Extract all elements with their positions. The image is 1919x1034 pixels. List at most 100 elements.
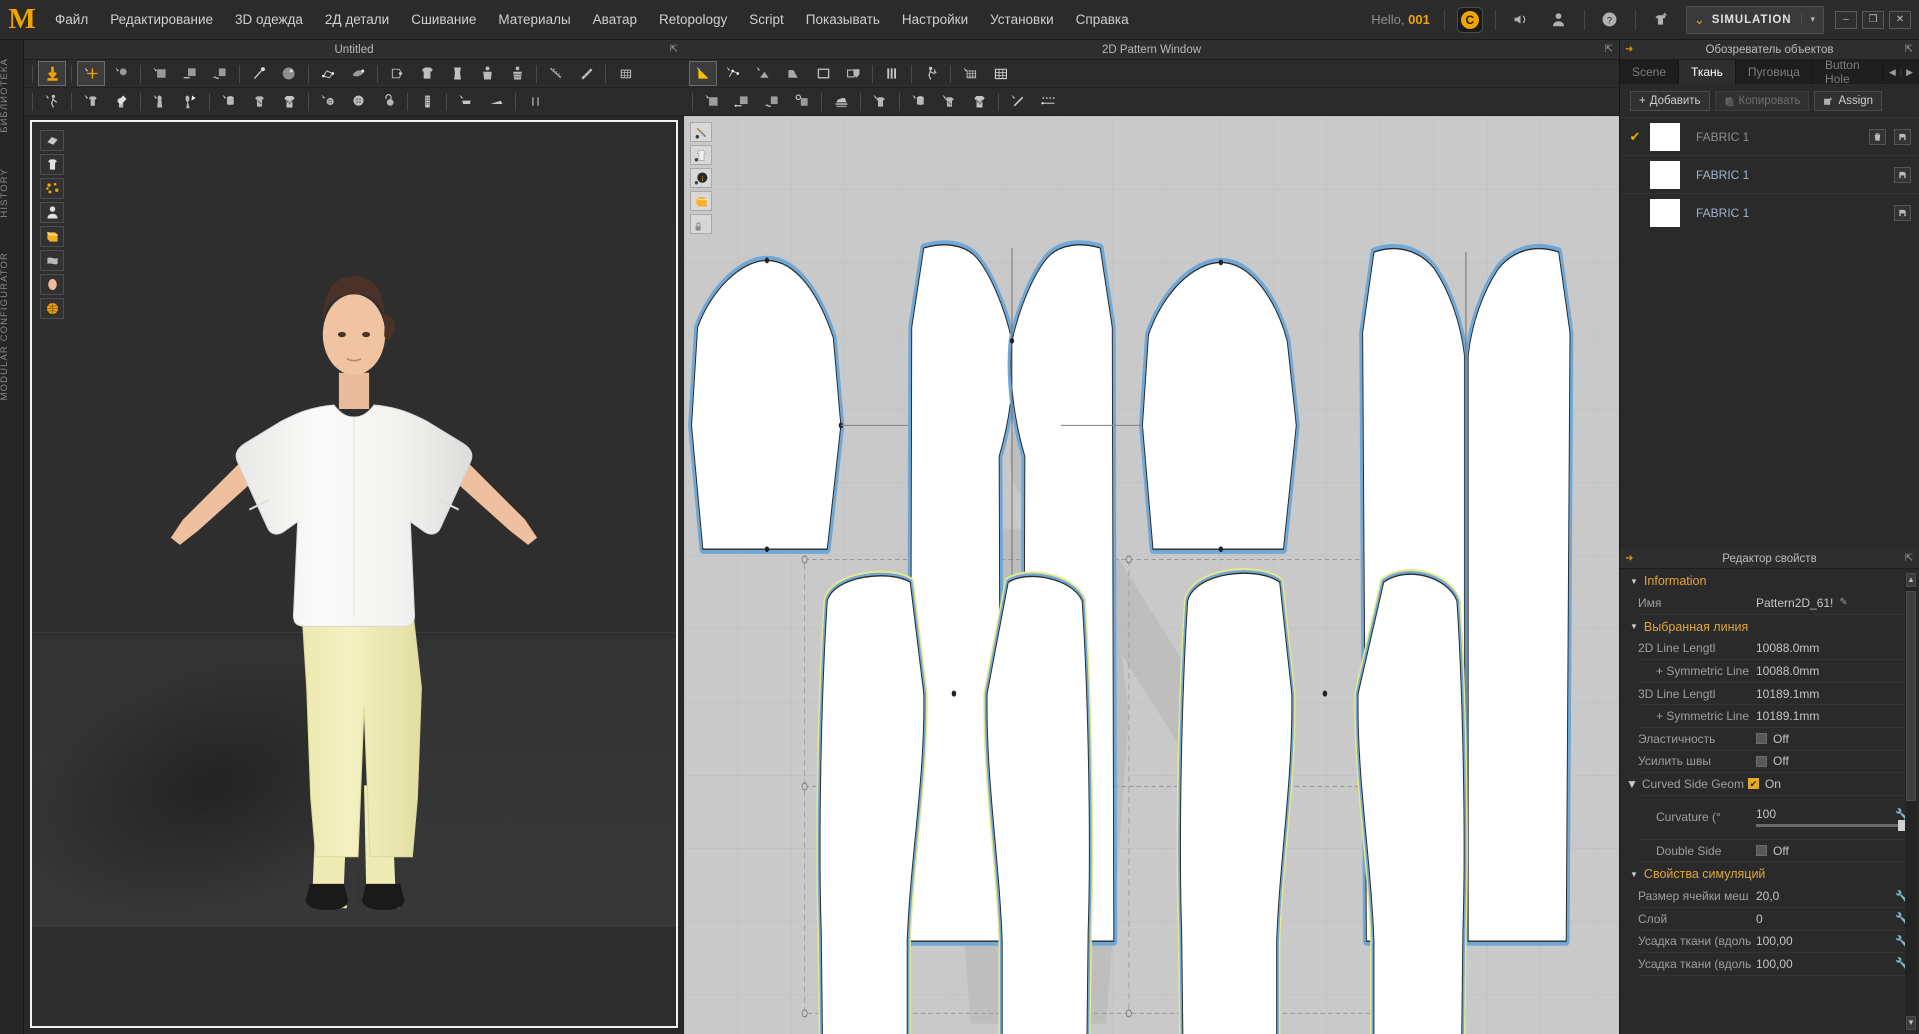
property-value[interactable]: Off <box>1756 732 1909 746</box>
checkbox-icon[interactable]: ✔ <box>1747 778 1759 790</box>
property-value[interactable]: 100,00 🔧 <box>1756 934 1909 948</box>
tool-2d-dotted-line[interactable] <box>1034 89 1062 114</box>
tool-2d-texture-small[interactable] <box>935 89 963 114</box>
property-value[interactable]: 20,0 🔧 <box>1756 889 1909 903</box>
property-row-layer[interactable]: Слой 0 🔧 <box>1638 908 1909 931</box>
add-garment-icon[interactable] <box>1646 6 1676 34</box>
fabric-save-icon[interactable] <box>1894 166 1911 183</box>
tab-next-icon[interactable]: ▶ <box>1906 67 1913 78</box>
checkbox-icon[interactable] <box>1756 845 1767 857</box>
viewport-2d-tool-lock-icon[interactable] <box>690 214 712 234</box>
viewport-tool-garment-icon[interactable] <box>40 154 64 175</box>
viewport-tool-avatar-icon[interactable] <box>40 202 64 223</box>
assign-fabric-button[interactable]: Assign <box>1814 91 1882 111</box>
tool-surface-select[interactable] <box>344 61 372 86</box>
fabric-color-swatch[interactable] <box>1650 122 1680 151</box>
menu-item-help[interactable]: Справка <box>1065 6 1140 33</box>
window-minimize-button[interactable]: – <box>1835 10 1857 29</box>
checkbox-icon[interactable] <box>1756 755 1767 767</box>
tab-scene[interactable]: Scene <box>1620 60 1680 84</box>
tool-texture-small[interactable] <box>245 89 273 114</box>
property-group-selected-line[interactable]: ▼ Выбранная линия <box>1620 615 1919 638</box>
viewport-2d-tool-garment-icon[interactable] <box>690 145 712 165</box>
menu-item-materials[interactable]: Материалы <box>487 6 581 33</box>
tool-2d-iron[interactable] <box>827 89 855 114</box>
tool-garment-pen[interactable] <box>107 89 135 114</box>
tool-2d-texture-large[interactable] <box>965 89 993 114</box>
user-account-icon[interactable] <box>1544 6 1574 34</box>
speaker-icon[interactable] <box>1506 6 1536 34</box>
property-value[interactable]: 100,00 🔧 <box>1756 957 1909 971</box>
tool-measure-tape[interactable] <box>542 61 570 86</box>
viewport-2d-tool-info-icon[interactable]: i <box>690 168 712 188</box>
collapse-icon[interactable]: ➜ <box>1625 553 1633 564</box>
menu-item-3d-garment[interactable]: 3D одежда <box>224 6 314 33</box>
tool-fabric-roll[interactable] <box>215 89 243 114</box>
popout-icon[interactable]: ⇱ <box>1605 44 1613 55</box>
fabric-list-item[interactable]: FABRIC 1 <box>1620 155 1919 193</box>
tool-simulate[interactable] <box>38 61 66 86</box>
tool-2d-sew-segment[interactable] <box>698 89 726 114</box>
property-row-3d-symmetric-line[interactable]: + Symmetric Line 10189.1mm <box>1638 705 1909 728</box>
tab-fabric[interactable]: Ткань <box>1679 60 1736 84</box>
viewport-tool-cloth-gray-icon[interactable] <box>40 250 64 271</box>
tool-polygon-select[interactable] <box>314 61 342 86</box>
tool-sewing-line[interactable] <box>176 61 204 86</box>
property-row-2d-line-length[interactable]: 2D Line Lengtl 10088.0mm <box>1638 638 1909 661</box>
tab-prev-icon[interactable]: ◀ <box>1889 67 1896 78</box>
popout-icon[interactable]: ⇱ <box>670 44 678 55</box>
property-value[interactable]: 100 🔧 <box>1756 807 1909 832</box>
popout-icon[interactable]: ⇱ <box>1905 553 1913 564</box>
property-group-simulation-properties[interactable]: ▼ Свойства симуляций <box>1620 862 1919 885</box>
popout-icon[interactable]: ⇱ <box>1905 44 1913 55</box>
fabric-list-item[interactable]: FABRIC 1 <box>1620 193 1919 231</box>
tool-2d-arrange-avatar[interactable] <box>917 61 945 86</box>
property-value[interactable]: Off <box>1756 754 1909 768</box>
tool-pin[interactable] <box>245 61 273 86</box>
tool-avatar-dress[interactable] <box>443 61 471 86</box>
slider-knob[interactable] <box>1898 820 1905 832</box>
tool-ruler[interactable] <box>572 61 600 86</box>
tab-button-hole[interactable]: Button Hole <box>1813 58 1883 86</box>
tool-zipper[interactable] <box>413 89 441 114</box>
tool-2d-polygon[interactable] <box>779 61 807 86</box>
tool-buttonhole[interactable] <box>374 89 402 114</box>
fabric-delete-icon[interactable] <box>1869 128 1886 145</box>
fabric-active-check-icon[interactable]: ✔ <box>1628 129 1642 145</box>
help-icon[interactable]: ? <box>1595 6 1625 34</box>
pattern-canvas[interactable] <box>684 116 1619 1034</box>
property-row-name[interactable]: Имя Pattern2D_61! ✎ <box>1638 592 1909 615</box>
fabric-save-icon[interactable] <box>1894 204 1911 221</box>
tool-sewing-free[interactable] <box>206 61 234 86</box>
tool-avatar-measure[interactable] <box>503 61 531 86</box>
chevron-down-icon[interactable]: ▼ <box>1630 577 1638 586</box>
tool-drape-curve[interactable] <box>176 89 204 114</box>
property-group-information[interactable]: ▼ Information <box>1620 569 1919 592</box>
property-value[interactable]: Off <box>1756 844 1909 858</box>
tool-2d-line-draw[interactable] <box>1004 89 1032 114</box>
tab-button[interactable]: Пуговица <box>1736 60 1813 84</box>
tool-2d-garment-view[interactable] <box>866 89 894 114</box>
tool-drape-mannequin[interactable] <box>146 89 174 114</box>
chevron-down-icon[interactable]: ▼ <box>1630 622 1638 631</box>
tool-transform[interactable] <box>77 61 105 86</box>
property-value[interactable]: ✔ On <box>1747 777 1909 791</box>
tool-2d-grid-large[interactable] <box>986 61 1014 86</box>
property-row-3d-line-length[interactable]: 3D Line Lengtl 10189.1mm <box>1638 683 1909 706</box>
tool-2d-grid-small[interactable] <box>956 61 984 86</box>
window-close-button[interactable]: ✕ <box>1889 10 1911 29</box>
window-restore-button[interactable]: ❐ <box>1862 10 1884 29</box>
tool-fold-arrange[interactable] <box>383 61 411 86</box>
tool-2d-internal-shape[interactable] <box>839 61 867 86</box>
viewport-tool-render-icon[interactable] <box>40 130 64 151</box>
menu-item-preferences[interactable]: Настройки <box>891 6 979 33</box>
viewport-2d-tool-pen-icon[interactable] <box>690 122 712 142</box>
property-row-shrinkage-warp[interactable]: Усадка ткани (вдоль 100,00 🔧 <box>1638 953 1909 976</box>
tool-gravity[interactable] <box>275 61 303 86</box>
property-row-curved-side-geometry[interactable]: ▼ Curved Side Geom ✔ On <box>1626 773 1909 796</box>
fabric-color-swatch[interactable] <box>1650 198 1680 227</box>
tool-garment-paste[interactable] <box>77 89 105 114</box>
tool-2d-pleat[interactable] <box>878 61 906 86</box>
tool-fold-flat[interactable] <box>452 89 480 114</box>
viewport-3d[interactable] <box>30 120 678 1028</box>
